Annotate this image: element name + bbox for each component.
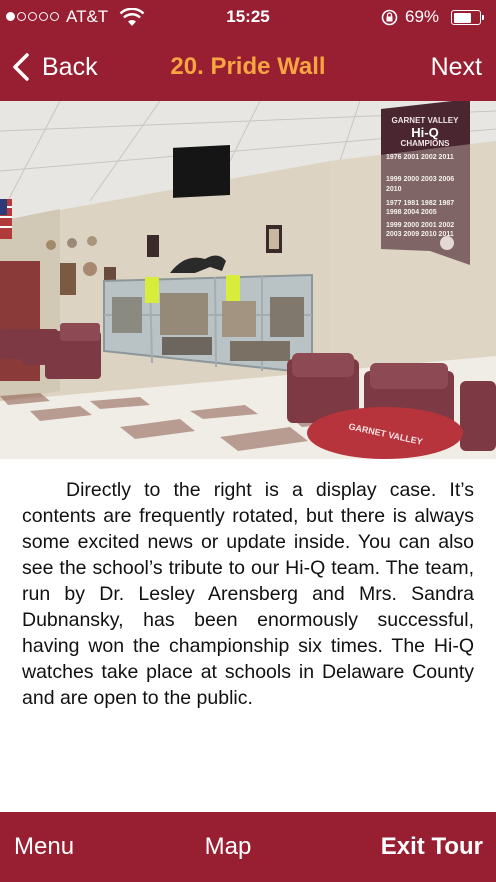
- battery-icon: [451, 10, 484, 25]
- next-button[interactable]: Next: [431, 50, 482, 84]
- stop-description: Directly to the right is a display case.…: [22, 479, 474, 709]
- chevron-left-icon: [13, 53, 29, 81]
- exit-tour-button[interactable]: Exit Tour: [381, 831, 483, 863]
- svg-text:Hi-Q: Hi-Q: [411, 125, 438, 140]
- status-bar: AT&T 15:25 69%: [0, 0, 496, 36]
- rotation-lock-icon: [381, 9, 398, 26]
- header: AT&T 15:25 69% Back 20. Pride Wall Next: [0, 0, 496, 101]
- battery-percentage: 69%: [405, 7, 440, 26]
- pride-wall-photo: GARNET VALLEY Hi-Q CHAMPIONS 1976 2001 2…: [0, 101, 496, 459]
- back-label: Back: [42, 52, 98, 81]
- bottom-toolbar: Menu Map Exit Tour: [0, 812, 496, 882]
- svg-text:GARNET VALLEY: GARNET VALLEY: [392, 116, 460, 125]
- svg-text:CHAMPIONS: CHAMPIONS: [401, 139, 451, 148]
- back-button[interactable]: Back: [10, 48, 98, 86]
